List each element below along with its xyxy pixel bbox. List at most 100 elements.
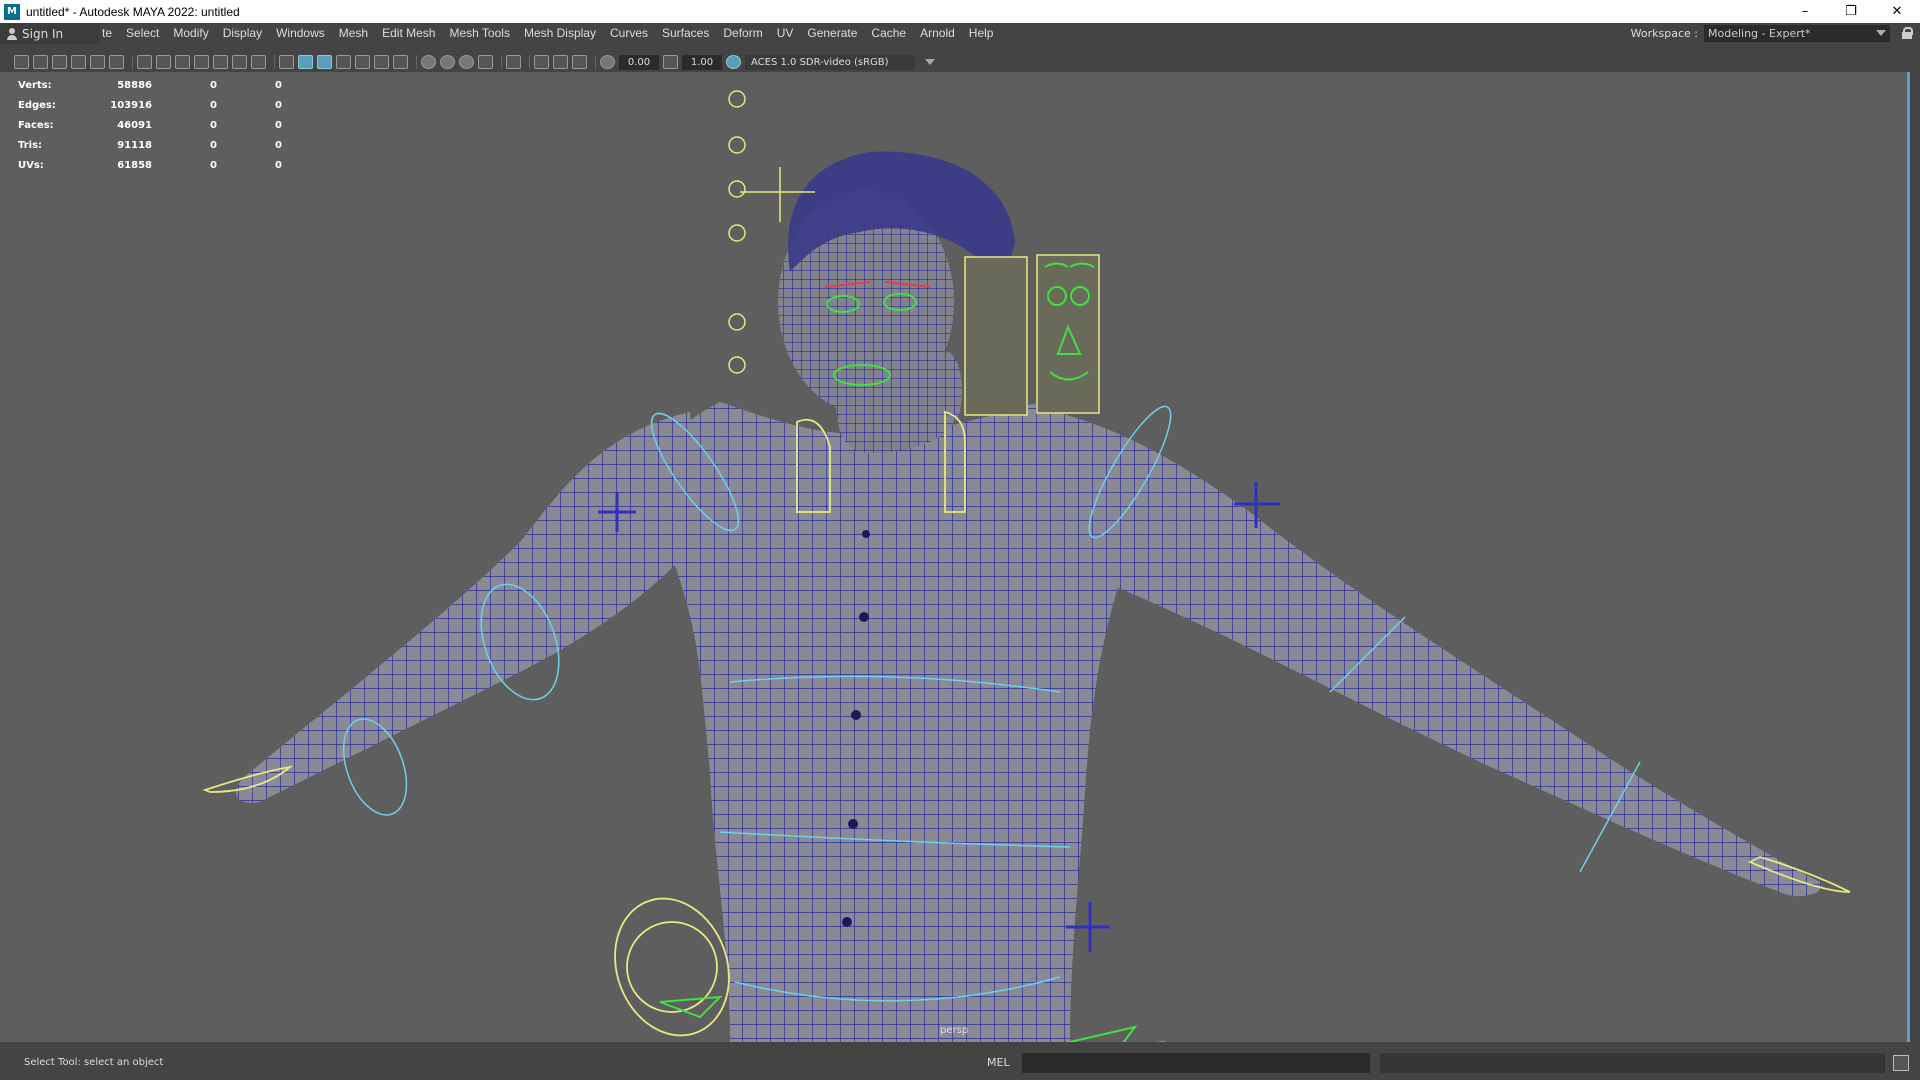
hud-value: 91118: [117, 139, 152, 151]
menu-edit-mesh[interactable]: Edit Mesh: [375, 23, 442, 44]
menu-curves[interactable]: Curves: [603, 23, 655, 44]
hud-label: UVs:: [18, 159, 44, 171]
minimize-icon[interactable]: –: [1782, 0, 1828, 23]
menu-surfaces[interactable]: Surfaces: [655, 23, 716, 44]
character-mesh: [236, 151, 1822, 1042]
exposure-field[interactable]: 0.00: [619, 54, 659, 70]
menu-mesh[interactable]: Mesh: [332, 23, 375, 44]
hud-value: 0: [210, 79, 217, 91]
image-plane-icon[interactable]: [71, 55, 86, 69]
ambient-occlusion-icon[interactable]: [421, 55, 436, 69]
menu-windows[interactable]: Windows: [269, 23, 332, 44]
hud-row-uvs: UVs: 61858 0 0: [18, 155, 282, 175]
grease-pencil-icon[interactable]: [109, 55, 124, 69]
hud-label: Faces:: [18, 119, 54, 131]
color-management-icon[interactable]: [726, 55, 741, 69]
face-control-panel: [964, 254, 1100, 416]
hud-value: 58886: [117, 79, 152, 91]
view-transform-value: ACES 1.0 SDR-video (sRGB): [751, 56, 889, 68]
view-transform-dropdown[interactable]: ACES 1.0 SDR-video (sRGB): [745, 54, 935, 70]
hud-value: 0: [275, 99, 282, 111]
use-all-lights-icon[interactable]: [355, 55, 370, 69]
bookmarks-icon[interactable]: [52, 55, 67, 69]
gamma-field[interactable]: 1.00: [682, 54, 722, 70]
close-icon[interactable]: ✕: [1874, 0, 1920, 23]
menu-modify[interactable]: Modify: [166, 23, 215, 44]
toolbar-divider: [595, 55, 596, 69]
gate-mask-icon[interactable]: [194, 55, 209, 69]
shadows-icon[interactable]: [374, 55, 389, 69]
toolbar-divider: [132, 55, 133, 69]
command-result-field: [1380, 1053, 1885, 1073]
hud-label: Edges:: [18, 99, 56, 111]
depth-of-field-icon[interactable]: [478, 55, 493, 69]
menu-select[interactable]: Select: [119, 23, 166, 44]
menu-mesh-tools[interactable]: Mesh Tools: [442, 23, 516, 44]
backface-culling-icon[interactable]: [572, 55, 587, 69]
hud-value: 0: [210, 159, 217, 171]
menu-deform[interactable]: Deform: [716, 23, 769, 44]
motion-blur-icon[interactable]: [440, 55, 455, 69]
menu-display[interactable]: Display: [216, 23, 269, 44]
menu-help[interactable]: Help: [962, 23, 1001, 44]
command-language-toggle[interactable]: MEL: [987, 1056, 1010, 1069]
xray-icon[interactable]: [393, 55, 408, 69]
help-line-text: Select Tool: select an object: [24, 1057, 164, 1068]
chevron-down-icon: [925, 58, 935, 65]
left-arm-mesh: [236, 412, 701, 803]
hud-row-verts: Verts: 58886 0 0: [18, 75, 282, 95]
perspective-viewport[interactable]: [0, 72, 1910, 1080]
lock-icon[interactable]: [1902, 27, 1913, 39]
hud-value: 0: [275, 79, 282, 91]
menu-mesh-display[interactable]: Mesh Display: [517, 23, 603, 44]
script-editor-icon[interactable]: [1893, 1055, 1909, 1071]
exposure-icon[interactable]: [600, 55, 615, 69]
gamma-icon[interactable]: [663, 55, 678, 69]
camera-select-icon[interactable]: [14, 55, 29, 69]
isolate-select-icon[interactable]: [506, 55, 521, 69]
field-chart-icon[interactable]: [213, 55, 228, 69]
hud-row-faces: Faces: 46091 0 0: [18, 115, 282, 135]
command-input-field[interactable]: [1022, 1053, 1370, 1073]
toolbar-divider: [274, 55, 275, 69]
xray-joints-icon[interactable]: [534, 55, 549, 69]
menu-cache[interactable]: Cache: [864, 23, 913, 44]
film-gate-icon[interactable]: [156, 55, 171, 69]
hud-label: Tris:: [18, 139, 43, 151]
main-menu-bar: Sign In te Select Modify Display Windows…: [0, 23, 1920, 44]
anti-aliasing-icon[interactable]: [459, 55, 474, 69]
workspace-value: Modeling - Expert*: [1708, 27, 1811, 40]
workspace-selector: Workspace : Modeling - Expert*: [1631, 23, 1890, 44]
smooth-shade-icon[interactable]: [298, 55, 313, 69]
resolution-gate-icon[interactable]: [175, 55, 190, 69]
torso-mesh: [656, 402, 1136, 1042]
camera-name-label: persp: [940, 1025, 969, 1036]
menu-create[interactable]: te: [100, 23, 119, 44]
xray-active-icon[interactable]: [553, 55, 568, 69]
maya-app-icon[interactable]: M: [4, 3, 20, 20]
textured-icon[interactable]: [336, 55, 351, 69]
scene-render: [202, 90, 1851, 1042]
hud-value: 0: [275, 159, 282, 171]
hud-label: Verts:: [18, 79, 52, 91]
2d-pan-zoom-icon[interactable]: [90, 55, 105, 69]
help-and-command-line: Select Tool: select an object MEL: [0, 1045, 1920, 1080]
wireframe-on-shaded-icon[interactable]: [317, 55, 332, 69]
menu-arnold[interactable]: Arnold: [913, 23, 962, 44]
hud-value: 0: [210, 99, 217, 111]
toolbar-divider: [501, 55, 502, 69]
window-title: untitled* - Autodesk MAYA 2022: untitled: [26, 4, 240, 19]
window-controls: – ❐ ✕: [1782, 0, 1920, 23]
restore-icon[interactable]: ❐: [1828, 0, 1874, 23]
safe-title-icon[interactable]: [251, 55, 266, 69]
safe-action-icon[interactable]: [232, 55, 247, 69]
hud-value: 61858: [117, 159, 152, 171]
workspace-dropdown[interactable]: Modeling - Expert*: [1704, 25, 1890, 42]
toolbar-divider: [529, 55, 530, 69]
wireframe-icon[interactable]: [279, 55, 294, 69]
menu-generate[interactable]: Generate: [800, 23, 864, 44]
menu-uv[interactable]: UV: [770, 23, 801, 44]
camera-attributes-icon[interactable]: [33, 55, 48, 69]
grid-icon[interactable]: [137, 55, 152, 69]
sign-in-button[interactable]: Sign In: [0, 23, 100, 44]
